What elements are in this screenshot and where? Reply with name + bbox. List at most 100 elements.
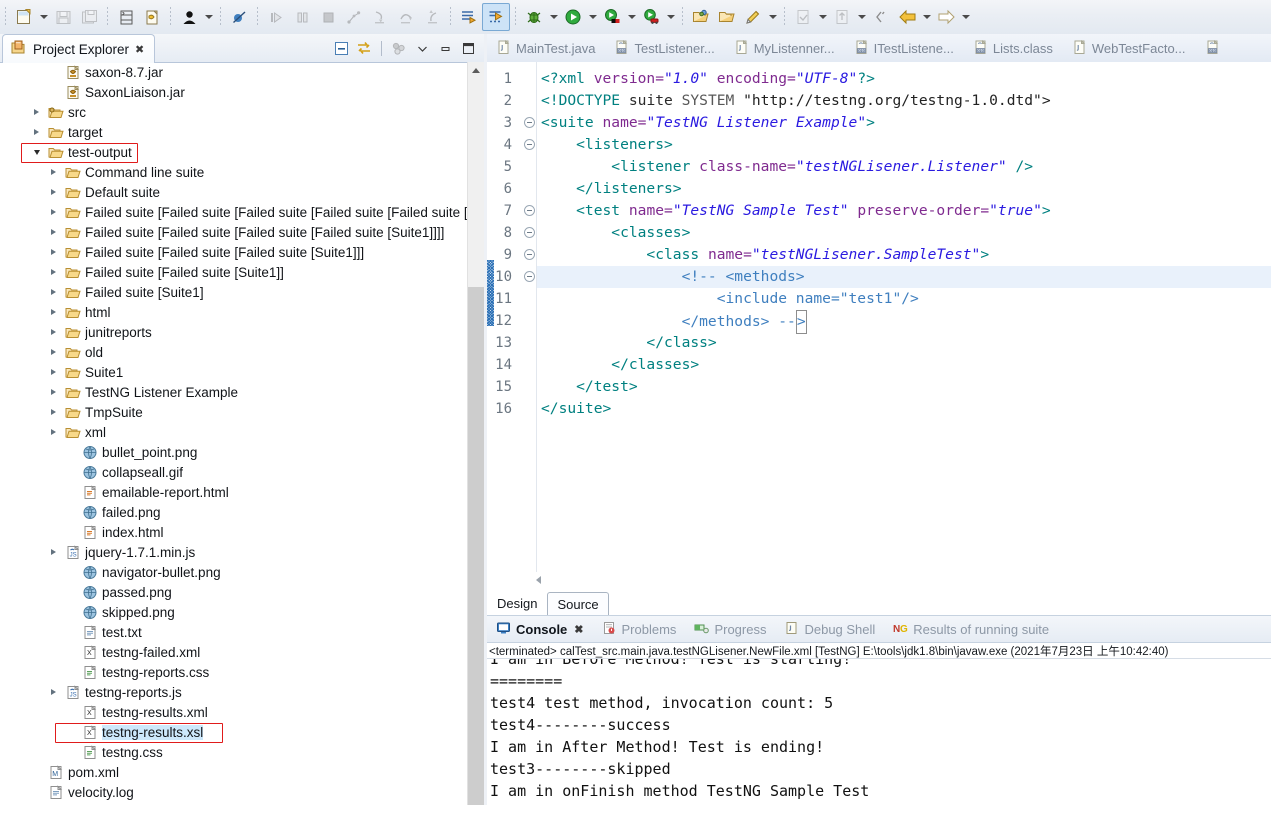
chevron-right-icon[interactable] <box>48 407 59 418</box>
chevron-right-icon[interactable] <box>48 267 59 278</box>
external-tools-button[interactable] <box>638 4 664 30</box>
editor-tab-testlistener-[interactable]: 010 TestListener... <box>605 35 724 62</box>
tab-project-explorer[interactable]: Project Explorer ✖ <box>2 34 156 63</box>
refresh-button[interactable] <box>139 4 165 30</box>
tree-item-old[interactable]: old <box>0 342 468 362</box>
resume-button[interactable] <box>263 4 289 30</box>
chevron-right-icon[interactable] <box>48 227 59 238</box>
chevron-right-icon[interactable] <box>48 367 59 378</box>
tree-item-src[interactable]: src <box>0 102 468 122</box>
print-button[interactable] <box>113 4 139 30</box>
edit-button[interactable] <box>740 4 766 30</box>
tree-item-failed-suite-failed-suite-failed-suite-f[interactable]: Failed suite [Failed suite [Failed suite… <box>0 202 468 222</box>
chevron-right-icon[interactable] <box>48 687 59 698</box>
open-type-button[interactable] <box>714 4 740 30</box>
tree-item-html[interactable]: html <box>0 302 468 322</box>
tree-item-target[interactable]: target <box>0 122 468 142</box>
collapse-all-icon[interactable] <box>331 38 351 58</box>
suspend-button[interactable] <box>289 4 315 30</box>
tree-item-tmpsuite[interactable]: TmpSuite <box>0 402 468 422</box>
chevron-right-icon[interactable] <box>48 307 59 318</box>
console-tab-problems[interactable]: Problems <box>593 616 686 642</box>
debug-button[interactable] <box>521 4 547 30</box>
previous-edit-dropdown-arrow[interactable] <box>855 4 868 30</box>
scroll-up-icon[interactable] <box>468 62 484 79</box>
fold-collapse-icon[interactable] <box>524 249 535 260</box>
tree-item-failed-suite-failed-suite-failed-suite-f[interactable]: Failed suite [Failed suite [Failed suite… <box>0 222 468 242</box>
user-button[interactable] <box>176 4 202 30</box>
fold-collapse-icon[interactable] <box>524 271 535 282</box>
step-over-button[interactable] <box>393 4 419 30</box>
editor-tabs[interactable]: MainTest.java 010 TestListener... MyListenn… <box>487 34 1271 63</box>
fold-collapse-icon[interactable] <box>524 139 535 150</box>
tree-item-index-html[interactable]: index.html <box>0 522 468 542</box>
chevron-right-icon[interactable] <box>48 167 59 178</box>
tree-item-failed-suite-suite1[interactable]: Failed suite [Suite1] <box>0 282 468 302</box>
view-chevron-icon[interactable] <box>412 38 432 58</box>
editor-tab-itestlistene-[interactable]: 010 ITestListene... <box>845 35 964 62</box>
fold-collapse-icon[interactable] <box>524 227 535 238</box>
design-source-tabs[interactable]: Design Source <box>487 589 1271 615</box>
tree-item-emailable-report-html[interactable]: emailable-report.html <box>0 482 468 502</box>
tree-item-testng-results-xsl[interactable]: Xtestng-results.xsl <box>0 722 468 742</box>
back-button[interactable] <box>894 4 920 30</box>
new-package-button[interactable] <box>688 4 714 30</box>
coverage-dropdown-arrow[interactable] <box>625 4 638 30</box>
tree-item-saxonliaison-jar[interactable]: SaxonLiaison.jar <box>0 82 468 102</box>
tree-item-velocity-log[interactable]: velocity.log <box>0 782 468 802</box>
tree-item-saxon-8-7-jar[interactable]: saxon-8.7.jar <box>0 62 468 82</box>
debug-dropdown-arrow[interactable] <box>547 4 560 30</box>
console-tab-debug-shell[interactable]: Debug Shell <box>775 616 884 642</box>
last-edit-location-button[interactable] <box>868 4 894 30</box>
tree-item-testng-css[interactable]: testng.css <box>0 742 468 762</box>
disconnect-button[interactable] <box>341 4 367 30</box>
tree-item-xml[interactable]: xml <box>0 422 468 442</box>
tree-item-testng-listener-example[interactable]: TestNG Listener Example <box>0 382 468 402</box>
chevron-right-icon[interactable] <box>48 207 59 218</box>
close-icon[interactable]: ✖ <box>574 623 583 636</box>
next-edit-button[interactable] <box>790 4 816 30</box>
tree-item-passed-png[interactable]: passed.png <box>0 582 468 602</box>
forward-button[interactable] <box>933 4 959 30</box>
chevron-right-icon[interactable] <box>31 107 42 118</box>
new-dropdown-arrow[interactable] <box>37 4 50 30</box>
step-return-button[interactable] <box>419 4 445 30</box>
editor-tab-overflow[interactable]: 010 <box>1196 35 1230 62</box>
tree-item-pom-xml[interactable]: Mpom.xml <box>0 762 468 782</box>
tree-item-jquery-1-7-1-min-js[interactable]: JS jquery-1.7.1.min.js <box>0 542 468 562</box>
link-with-editor-icon[interactable] <box>354 38 374 58</box>
view-menu-icon[interactable] <box>389 38 409 58</box>
run-button[interactable] <box>560 4 586 30</box>
console-tab-progress[interactable]: Progress <box>685 616 775 642</box>
maximize-icon[interactable] <box>458 38 478 58</box>
coverage-button[interactable] <box>599 4 625 30</box>
new-button[interactable] <box>11 4 37 30</box>
chevron-right-icon[interactable] <box>48 427 59 438</box>
minimize-icon[interactable] <box>435 38 455 58</box>
chevron-right-icon[interactable] <box>48 387 59 398</box>
editor-horizontal-scrollbar[interactable] <box>487 572 1271 589</box>
tree-item-collapseall-gif[interactable]: collapseall.gif <box>0 462 468 482</box>
close-icon[interactable]: ✖ <box>135 43 144 56</box>
console-output[interactable]: I am in Before Method! Test is starting!… <box>487 659 1271 840</box>
project-tree[interactable]: saxon-8.7.jar SaxonLiaison.jar src target te… <box>0 62 468 805</box>
console-tab-results-of-running-suite[interactable]: N G Results of running suite <box>884 616 1058 642</box>
chevron-down-icon[interactable] <box>31 147 42 158</box>
console-view-tabs[interactable]: Console ✖ Problems Progress Debug Shell N G Res… <box>487 616 1271 643</box>
external-tools-dropdown-arrow[interactable] <box>664 4 677 30</box>
tree-item-testng-results-xml[interactable]: Xtestng-results.xml <box>0 702 468 722</box>
tree-item-skipped-png[interactable]: skipped.png <box>0 602 468 622</box>
scrollbar-thumb[interactable] <box>468 287 484 805</box>
tree-item-testng-failed-xml[interactable]: Xtestng-failed.xml <box>0 642 468 662</box>
tree-item-test-output[interactable]: test-output <box>0 142 468 162</box>
chevron-right-icon[interactable] <box>31 127 42 138</box>
editor-tab-maintest-java[interactable]: MainTest.java <box>487 35 605 62</box>
chevron-right-icon[interactable] <box>48 347 59 358</box>
skip-all-breakpoints-button[interactable] <box>226 4 252 30</box>
tree-item-testng-reports-js[interactable]: JS testng-reports.js <box>0 682 468 702</box>
next-edit-dropdown-arrow[interactable] <box>816 4 829 30</box>
previous-edit-button[interactable] <box>829 4 855 30</box>
chevron-right-icon[interactable] <box>48 187 59 198</box>
project-tree-scrollbar[interactable] <box>467 62 484 805</box>
chevron-right-icon[interactable] <box>48 327 59 338</box>
